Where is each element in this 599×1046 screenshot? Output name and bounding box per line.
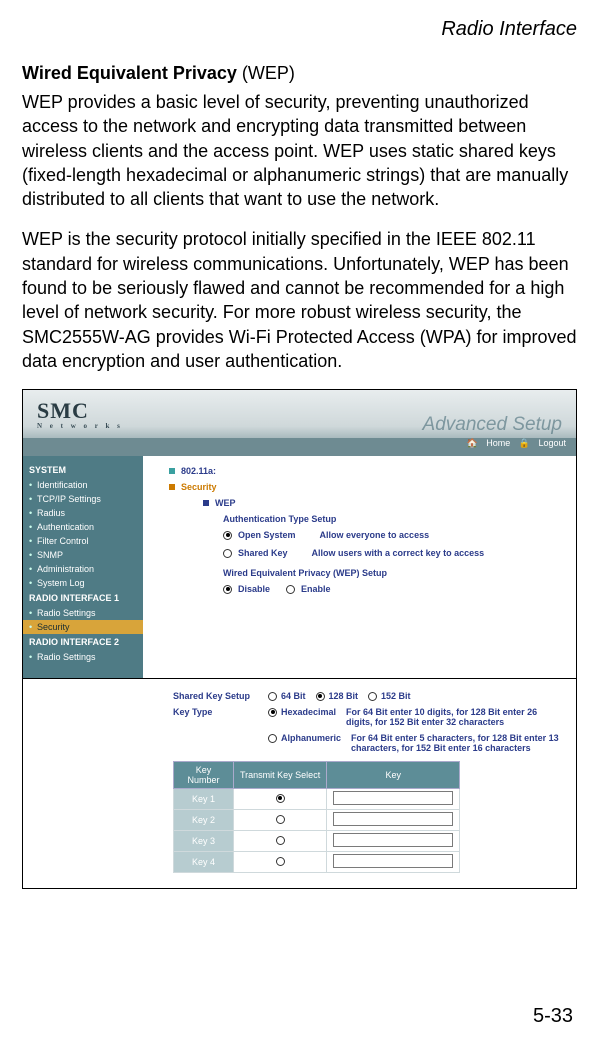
sidebar-item-security[interactable]: Security bbox=[23, 620, 143, 634]
sidebar-item-admin[interactable]: Administration bbox=[23, 562, 143, 576]
sidebar-item-radio2[interactable]: Radio Settings bbox=[23, 650, 143, 664]
radio-transmit-key2[interactable] bbox=[276, 815, 285, 824]
key3-label: Key 3 bbox=[174, 831, 234, 852]
bullet-icon bbox=[169, 468, 175, 474]
radio-transmit-key3[interactable] bbox=[276, 836, 285, 845]
radio-128bit[interactable] bbox=[316, 692, 325, 701]
paragraph-2: WEP is the security protocol initially s… bbox=[22, 227, 577, 373]
page-header: Radio Interface bbox=[22, 18, 577, 41]
radio-64bit[interactable] bbox=[268, 692, 277, 701]
auth-open-row: Open System Allow everyone to access bbox=[223, 530, 576, 540]
sidebar-item-filter[interactable]: Filter Control bbox=[23, 534, 143, 548]
label-hex: Hexadecimal bbox=[281, 707, 336, 717]
key-row-3: Key 3 bbox=[174, 831, 460, 852]
smc-logo: SMC N e t w o r k s bbox=[37, 398, 123, 430]
sidebar-item-tcpip[interactable]: TCP/IP Settings bbox=[23, 492, 143, 506]
keytype-alpha-row: Alphanumeric For 64 Bit enter 5 characte… bbox=[173, 733, 566, 753]
enable-label: Enable bbox=[301, 584, 331, 594]
label-152bit: 152 Bit bbox=[381, 691, 411, 701]
logout-label: Logout bbox=[538, 438, 566, 448]
radio-transmit-key4[interactable] bbox=[276, 857, 285, 866]
radio-wep-enable[interactable] bbox=[286, 585, 295, 594]
logo-subtext: N e t w o r k s bbox=[37, 422, 123, 430]
alpha-desc: For 64 Bit enter 5 characters, for 128 B… bbox=[351, 733, 566, 753]
sidebar: SYSTEM Identification TCP/IP Settings Ra… bbox=[23, 456, 143, 678]
radio-hex[interactable] bbox=[268, 708, 277, 717]
label-alpha: Alphanumeric bbox=[281, 733, 341, 743]
radio-wep-disable[interactable] bbox=[223, 585, 232, 594]
sidebar-ri1-head: RADIO INTERFACE 1 bbox=[23, 590, 143, 606]
key1-label: Key 1 bbox=[174, 789, 234, 810]
logout-link[interactable]: 🔒 Logout bbox=[519, 438, 566, 448]
paragraph-1: WEP provides a basic level of security, … bbox=[22, 90, 577, 211]
key-row-4: Key 4 bbox=[174, 852, 460, 873]
auth-shared-row: Shared Key Allow users with a correct ke… bbox=[223, 548, 576, 558]
shared-key-row: Shared Key Setup 64 Bit 128 Bit 152 Bit bbox=[173, 691, 566, 701]
shared-key-setup-label: Shared Key Setup bbox=[173, 691, 258, 701]
radio-alpha[interactable] bbox=[268, 734, 277, 743]
home-bar: 🏠 Home 🔒 Logout bbox=[23, 438, 576, 456]
wep-enable-row: Disable Enable bbox=[223, 584, 576, 594]
screenshot-upper: SMC N e t w o r k s Advanced Setup 🏠 Hom… bbox=[22, 389, 577, 679]
heading-80211a: 802.11a: bbox=[181, 466, 216, 476]
section-title: Wired Equivalent Privacy (WEP) bbox=[22, 63, 577, 84]
sidebar-item-identification[interactable]: Identification bbox=[23, 478, 143, 492]
label-64bit: 64 Bit bbox=[281, 691, 306, 701]
disable-label: Disable bbox=[238, 584, 270, 594]
shared-key-desc: Allow users with a correct key to access bbox=[312, 548, 485, 558]
bullet-icon bbox=[169, 484, 175, 490]
sidebar-item-radius[interactable]: Radius bbox=[23, 506, 143, 520]
page-number: 5-33 bbox=[533, 1005, 573, 1028]
sidebar-ri2-head: RADIO INTERFACE 2 bbox=[23, 634, 143, 650]
key2-input[interactable] bbox=[333, 812, 453, 826]
key-row-2: Key 2 bbox=[174, 810, 460, 831]
sidebar-item-syslog[interactable]: System Log bbox=[23, 576, 143, 590]
keytype-hex-row: Key Type Hexadecimal For 64 Bit enter 10… bbox=[173, 707, 566, 727]
heading-wep: WEP bbox=[215, 498, 236, 508]
bullet-icon bbox=[203, 500, 209, 506]
main-panel: 802.11a: Security WEP Authentication Typ… bbox=[143, 456, 576, 678]
key4-label: Key 4 bbox=[174, 852, 234, 873]
spacer bbox=[173, 733, 258, 743]
th-key-number: Key Number bbox=[174, 762, 234, 789]
label-128bit: 128 Bit bbox=[329, 691, 359, 701]
title-rest: (WEP) bbox=[237, 63, 295, 83]
key3-input[interactable] bbox=[333, 833, 453, 847]
open-system-label: Open System bbox=[238, 530, 296, 540]
hex-desc: For 64 Bit enter 10 digits, for 128 Bit … bbox=[346, 707, 566, 727]
auth-type-title: Authentication Type Setup bbox=[223, 514, 576, 524]
home-link[interactable]: 🏠 Home bbox=[467, 438, 511, 448]
wep-setup-title: Wired Equivalent Privacy (WEP) Setup bbox=[223, 568, 576, 578]
key2-label: Key 2 bbox=[174, 810, 234, 831]
key-type-label: Key Type bbox=[173, 707, 258, 717]
radio-transmit-key1[interactable] bbox=[276, 794, 285, 803]
open-system-desc: Allow everyone to access bbox=[320, 530, 430, 540]
radio-152bit[interactable] bbox=[368, 692, 377, 701]
title-bold: Wired Equivalent Privacy bbox=[22, 63, 237, 83]
key1-input[interactable] bbox=[333, 791, 453, 805]
app-topbar: SMC N e t w o r k s Advanced Setup 🏠 Hom… bbox=[23, 390, 576, 456]
screenshot-lower: Shared Key Setup 64 Bit 128 Bit 152 Bit … bbox=[22, 679, 577, 889]
advanced-setup-label: Advanced Setup bbox=[423, 414, 562, 436]
radio-shared-key[interactable] bbox=[223, 549, 232, 558]
sidebar-item-authentication[interactable]: Authentication bbox=[23, 520, 143, 534]
shared-key-label: Shared Key bbox=[238, 548, 288, 558]
th-transmit-key: Transmit Key Select bbox=[234, 762, 327, 789]
radio-open-system[interactable] bbox=[223, 531, 232, 540]
th-key: Key bbox=[327, 762, 460, 789]
key-row-1: Key 1 bbox=[174, 789, 460, 810]
key-table: Key Number Transmit Key Select Key Key 1… bbox=[173, 761, 460, 873]
sidebar-system-head: SYSTEM bbox=[23, 462, 143, 478]
sidebar-item-radio1[interactable]: Radio Settings bbox=[23, 606, 143, 620]
home-label: Home bbox=[486, 438, 510, 448]
sidebar-item-snmp[interactable]: SNMP bbox=[23, 548, 143, 562]
logo-text: SMC bbox=[37, 398, 89, 423]
heading-security: Security bbox=[181, 482, 217, 492]
key4-input[interactable] bbox=[333, 854, 453, 868]
